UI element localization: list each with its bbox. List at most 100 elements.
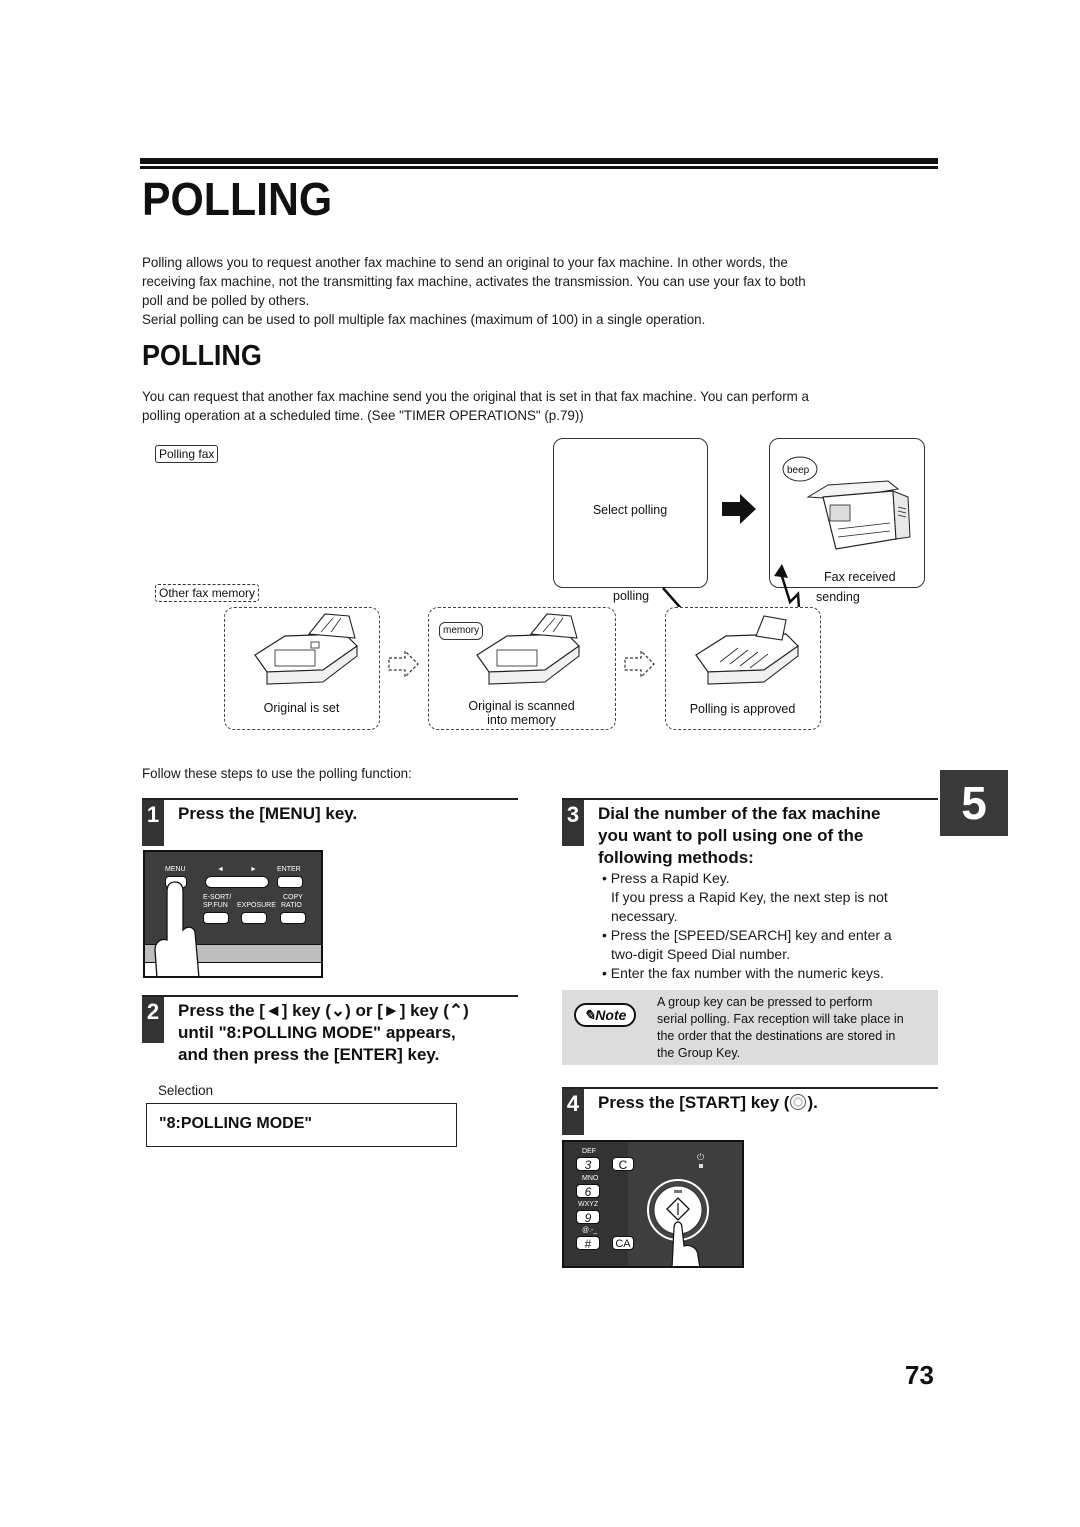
stage-caption: Original is set [263, 701, 340, 715]
polling-text: polling [613, 589, 650, 603]
fax-machine-icon [695, 615, 799, 685]
pointing-hand-icon [154, 881, 200, 976]
other-fax-memory-label: Other fax memory [155, 584, 260, 602]
key-letters: MNO [582, 1175, 599, 1182]
section-line: polling operation at a scheduled time. (… [142, 407, 584, 423]
stage-panel-approved: Polling is approved [665, 607, 821, 730]
intro-line: Polling allows you to request another fa… [142, 254, 788, 270]
display-selection-box: "8:POLLING MODE" [146, 1103, 457, 1147]
note-line: the order that the destinations are stor… [657, 1029, 896, 1043]
start-key-icon [790, 1094, 807, 1110]
note-line: A group key can be pressed to perform [657, 995, 873, 1009]
start-key-button[interactable]: ⏻ [644, 1148, 744, 1268]
select-polling-text: Select polling [592, 503, 668, 517]
stage-caption: Polling is approved [689, 702, 796, 716]
step-2-heading-line: Press the [◄] key (⌄) or [►] key (⌃) [178, 1001, 469, 1020]
selection-label: Selection [158, 1082, 214, 1098]
stage-caption: into memory [487, 713, 556, 727]
fax-machine-icon [476, 613, 580, 685]
bullet-item: • Press the [SPEED/SEARCH] key and enter… [602, 927, 892, 943]
beep-text: beep [787, 465, 810, 476]
bullet-subtext: necessary. [611, 908, 678, 924]
intro-line: Serial polling can be used to poll multi… [142, 311, 706, 327]
display-selection-text: "8:POLLING MODE" [159, 1115, 312, 1132]
sending-text: sending [816, 590, 860, 604]
step-2-heading-line: until "8:POLLING MODE" appears, [178, 1023, 456, 1042]
note-line: the Group Key. [657, 1046, 741, 1060]
stage-caption: Original is scanned [468, 699, 575, 713]
keypad-key-6[interactable]: 6 [576, 1184, 600, 1199]
keypad-key-3[interactable]: 3 [576, 1157, 600, 1172]
step-2-number: 2 [142, 997, 164, 1043]
page-number: 73 [905, 1360, 934, 1390]
stage-panel-scanned: memory Original is scanned into memory [428, 607, 616, 730]
dashed-arrow-icon [388, 650, 419, 678]
menu-panel-illustration: MENU ◄ ► ENTER E-SORT/ SP.FUN EXPOSURE C… [143, 850, 323, 978]
step-3-heading: Dial the number of the fax machine you w… [598, 803, 880, 869]
note-badge: ✎Note [574, 1003, 636, 1027]
section-title: POLLING [142, 340, 262, 372]
dashed-arrow-icon [624, 650, 655, 678]
step-3-heading-line: Dial the number of the fax machine [598, 804, 881, 823]
note-line: serial polling. Fax reception will take … [657, 1012, 904, 1026]
fax-machine-icon [254, 613, 358, 685]
exposure-key[interactable] [241, 912, 267, 924]
keypad-key-hash[interactable]: # [576, 1236, 600, 1251]
esort-key[interactable] [203, 912, 229, 924]
polling-fax-label: Polling fax [155, 445, 219, 463]
step-4-rule [562, 1087, 938, 1089]
header-rule-thin [140, 166, 938, 169]
clear-all-key[interactable]: CA [612, 1236, 634, 1250]
intro-line: receiving fax machine, not the transmitt… [142, 273, 806, 289]
key-letters: @.-_ [582, 1227, 598, 1234]
step-1-rule [142, 798, 518, 800]
step-3-bullets: • Press a Rapid Key. If you press a Rapi… [602, 869, 942, 983]
bullet-item: • Press a Rapid Key. [602, 870, 730, 886]
intro-line: poll and be polled by others. [142, 292, 310, 308]
left-key-label: ◄ [217, 866, 224, 873]
step-2-heading: Press the [◄] key (⌄) or [►] key (⌃) unt… [178, 1000, 469, 1066]
follow-steps-text: Follow these steps to use the polling fu… [142, 765, 412, 781]
bullet-item: • Enter the fax number with the numeric … [602, 965, 884, 981]
step-2-heading-line: and then press the [ENTER] key. [178, 1045, 440, 1064]
fax-received-text: Fax received [824, 570, 896, 584]
step-1-number: 1 [142, 800, 164, 846]
key-letters: DEF [582, 1148, 596, 1155]
arrow-keys[interactable] [205, 876, 269, 888]
step-3-rule [562, 798, 938, 800]
menu-key-label: MENU [165, 866, 186, 873]
header-rule-thick [140, 158, 938, 164]
intro-paragraph: Polling allows you to request another fa… [142, 253, 925, 329]
step-3-number: 3 [562, 800, 584, 846]
step-3-heading-line: you want to poll using one of the [598, 826, 864, 845]
clear-key[interactable]: C [612, 1157, 634, 1172]
right-arrow-icon [722, 494, 756, 524]
bullet-subtext: two-digit Speed Dial number. [611, 946, 790, 962]
exposure-label: EXPOSURE [237, 902, 276, 909]
key-letters: WXYZ [578, 1201, 599, 1208]
step-1-heading: Press the [MENU] key. [178, 804, 358, 823]
esort-label: E-SORT/ [203, 894, 232, 901]
spfun-label: SP.FUN [203, 902, 228, 909]
enter-key-label: ENTER [277, 866, 301, 873]
copy-ratio-key[interactable] [280, 912, 306, 924]
step-4-heading: Press the [START] key (). [598, 1093, 818, 1112]
note-box: ✎Note A group key can be pressed to perf… [562, 990, 938, 1065]
section-paragraph: You can request that another fax machine… [142, 387, 925, 425]
enter-key[interactable] [277, 876, 303, 888]
start-key-illustration: DEF 3 C MNO 6 WXYZ 9 @.-_ # CA ⏻ [562, 1140, 744, 1268]
right-key-label: ► [250, 866, 257, 873]
copier-machine-icon: beep [782, 456, 911, 550]
copy-label: COPY [283, 894, 303, 901]
step-4-number: 4 [562, 1089, 584, 1135]
stage-panel-original-set: Original is set [224, 607, 380, 730]
chapter-tab: 5 [940, 770, 1008, 836]
bullet-subtext: If you press a Rapid Key, the next step … [611, 889, 888, 905]
ratio-label: RATIO [281, 902, 302, 909]
section-line: You can request that another fax machine… [142, 388, 809, 404]
page-title: POLLING [142, 173, 333, 225]
step-3-heading-line: following methods: [598, 848, 754, 867]
step-2-rule [142, 995, 518, 997]
keypad-key-9[interactable]: 9 [576, 1210, 600, 1225]
note-text: A group key can be pressed to perform se… [657, 994, 937, 1062]
